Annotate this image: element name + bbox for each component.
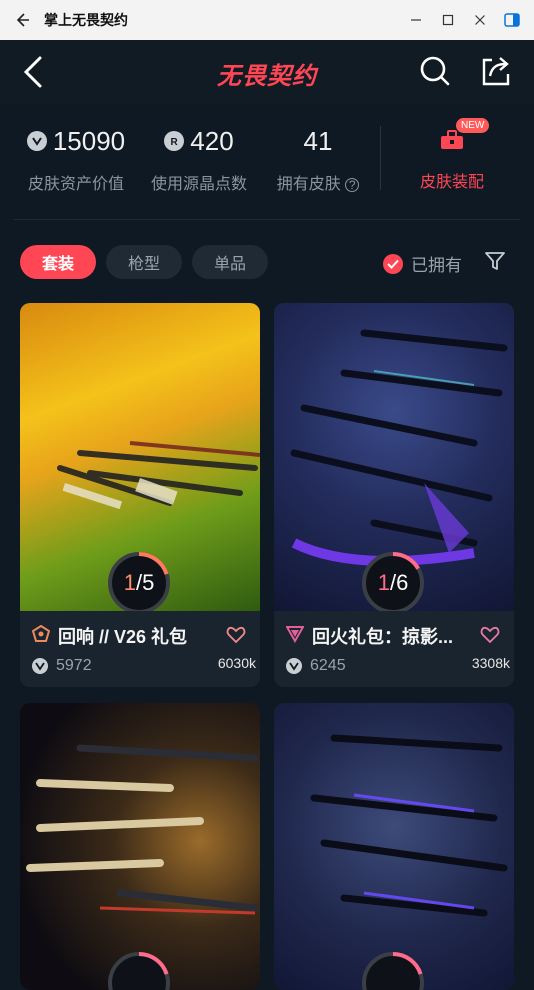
skin-loadout-button[interactable]: NEW 皮肤装配 bbox=[404, 116, 500, 192]
heart-icon[interactable] bbox=[226, 625, 246, 645]
close-icon[interactable] bbox=[464, 0, 496, 40]
share-icon[interactable] bbox=[478, 54, 512, 88]
window-titlebar: 掌上无畏契约 bbox=[0, 0, 534, 40]
progress-current: 1 bbox=[123, 570, 136, 595]
price-value: 5972 bbox=[56, 657, 92, 674]
bundle-card[interactable] bbox=[274, 703, 514, 990]
chip-weapon-type[interactable]: 枪型 bbox=[106, 245, 183, 279]
loadout-label: 皮肤装配 bbox=[419, 174, 484, 191]
vp-coin-icon bbox=[32, 658, 48, 674]
stat-owned-skins: 41 拥有皮肤 ? bbox=[270, 124, 366, 194]
stat-asset-value: 15090 皮肤资产价值 bbox=[24, 124, 128, 194]
svg-text:R: R bbox=[171, 137, 179, 147]
bundle-count: 6030k bbox=[217, 655, 256, 671]
progress-ring bbox=[361, 951, 425, 990]
asset-value: 15090 bbox=[52, 125, 126, 156]
stats-panel: 15090 皮肤资产价值 R 420 使用源晶点数 41 拥有皮肤 ? NEW … bbox=[14, 112, 520, 220]
radianite-coin-icon: R bbox=[164, 131, 185, 151]
new-badge: NEW bbox=[456, 118, 490, 133]
bundle-count: 3308k bbox=[471, 655, 510, 671]
exclusive-tier-icon bbox=[285, 625, 305, 644]
check-icon bbox=[383, 253, 403, 274]
filter-icon[interactable] bbox=[484, 250, 506, 272]
app-header: 无畏契约 bbox=[0, 40, 534, 104]
bundle-price: 5972 bbox=[32, 657, 92, 675]
progress-current: 1 bbox=[377, 570, 390, 595]
bundle-info: 回火礼包：掠影... 6245 3308k bbox=[274, 611, 514, 687]
stats-divider bbox=[380, 126, 381, 190]
bundle-price: 6245 bbox=[286, 657, 346, 675]
progress-ring bbox=[107, 951, 171, 990]
side-panel-icon[interactable] bbox=[496, 0, 528, 40]
bundle-card[interactable] bbox=[20, 703, 260, 990]
owned-toggle[interactable]: 已拥有 bbox=[383, 251, 462, 276]
owned-label-row: 拥有皮肤 ? bbox=[270, 170, 366, 194]
search-icon[interactable] bbox=[418, 54, 452, 88]
bundle-info: 回响 // V26 礼包 5972 6030k bbox=[20, 611, 260, 687]
price-value: 6245 bbox=[310, 657, 346, 674]
bundle-artwork bbox=[20, 703, 260, 990]
bundle-card[interactable]: 1/6 回火礼包：掠影... 6245 3308k bbox=[274, 303, 514, 687]
help-icon[interactable]: ? bbox=[345, 177, 360, 192]
progress-total: 6 bbox=[396, 570, 409, 595]
window-title: 掌上无畏契约 bbox=[44, 12, 128, 28]
window-back-icon[interactable] bbox=[0, 0, 44, 40]
owned-value: 41 bbox=[303, 125, 333, 156]
bundle-card[interactable]: 1/5 回响 // V26 礼包 5972 6030k bbox=[20, 303, 260, 687]
asset-label: 皮肤资产价值 bbox=[27, 176, 124, 193]
owned-toggle-label: 已拥有 bbox=[411, 256, 462, 275]
vp-coin-icon bbox=[26, 131, 47, 151]
radianite-label: 使用源晶点数 bbox=[150, 176, 247, 193]
vp-coin-icon bbox=[286, 658, 302, 674]
heart-icon[interactable] bbox=[480, 625, 500, 645]
minimize-icon[interactable] bbox=[400, 0, 432, 40]
filter-chips: 套装 枪型 单品 bbox=[20, 245, 269, 281]
progress-total: 5 bbox=[142, 570, 155, 595]
loadout-bag-icon bbox=[440, 130, 464, 150]
progress-ring: 1/6 bbox=[361, 551, 425, 615]
maximize-icon[interactable] bbox=[432, 0, 464, 40]
stat-radianite: R 420 使用源晶点数 bbox=[146, 124, 252, 194]
chip-single-item[interactable]: 单品 bbox=[192, 245, 269, 279]
bundle-name: 回火礼包：掠影... bbox=[312, 627, 454, 647]
chip-bundle[interactable]: 套装 bbox=[20, 245, 97, 279]
progress-ring: 1/5 bbox=[107, 551, 171, 615]
radianite-value: 420 bbox=[190, 125, 234, 156]
bundle-artwork bbox=[274, 703, 514, 990]
bundle-name: 回响 // V26 礼包 bbox=[58, 627, 188, 647]
app-logo: 无畏契约 bbox=[217, 63, 317, 90]
premium-tier-icon bbox=[31, 624, 51, 643]
owned-label: 拥有皮肤 bbox=[276, 176, 341, 193]
